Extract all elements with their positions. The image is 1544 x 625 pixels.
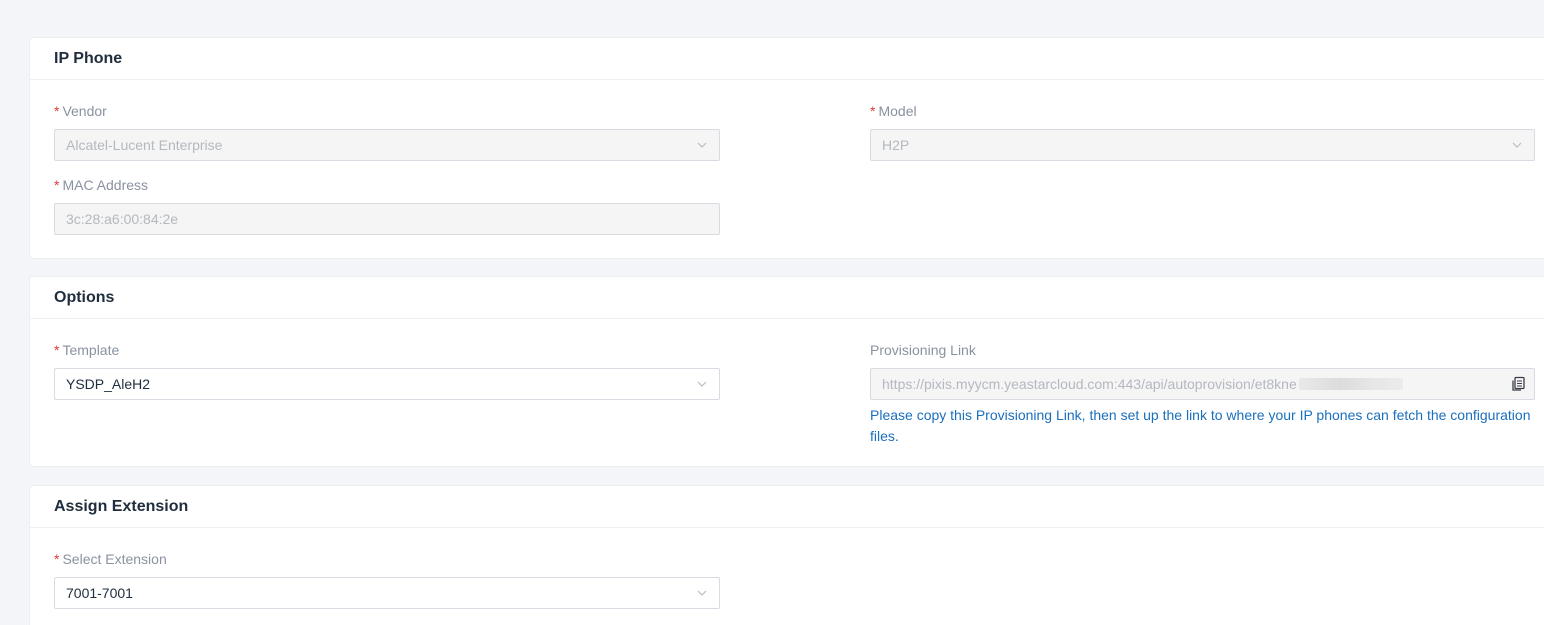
mac-address-input[interactable]: 3c:28:a6:00:84:2e — [54, 203, 720, 235]
select-extension-select[interactable]: 7001-7001 — [54, 577, 720, 609]
options-card: Options * Template YSDP_AleH2 Provisionin… — [29, 276, 1544, 467]
provisioning-link-value: https://pixis.myycm.yeastarcloud.com:443… — [882, 376, 1297, 392]
assign-extension-card: Assign Extension * Select Extension 7001-… — [29, 485, 1544, 625]
provisioning-link-label: Provisioning Link — [870, 342, 976, 358]
section-title-assign-extension: Assign Extension — [54, 497, 189, 515]
options-header: Options — [30, 277, 1544, 319]
vendor-value: Alcatel-Lucent Enterprise — [66, 137, 223, 153]
chevron-down-icon — [697, 381, 707, 387]
required-marker: * — [54, 103, 60, 119]
model-value: H2P — [882, 137, 910, 153]
provisioning-link-input[interactable]: https://pixis.myycm.yeastarcloud.com:443… — [870, 368, 1535, 400]
vendor-label: * Vendor — [54, 103, 107, 119]
copy-icon[interactable] — [1510, 376, 1526, 392]
select-extension-value: 7001-7001 — [66, 585, 133, 601]
required-marker: * — [54, 342, 60, 358]
model-field: * Model — [870, 103, 917, 119]
required-marker: * — [870, 103, 876, 119]
chevron-down-icon — [697, 142, 707, 148]
required-marker: * — [54, 177, 60, 193]
model-label: * Model — [870, 103, 917, 119]
select-extension-label: * Select Extension — [54, 551, 167, 567]
section-title-options: Options — [54, 288, 115, 306]
vendor-select[interactable]: Alcatel-Lucent Enterprise — [54, 129, 720, 161]
chevron-down-icon — [1512, 142, 1522, 148]
template-label: * Template — [54, 342, 120, 358]
template-value: YSDP_AleH2 — [66, 376, 151, 392]
template-select[interactable]: YSDP_AleH2 — [54, 368, 720, 400]
provisioning-link-field: Provisioning Link — [870, 342, 976, 358]
select-extension-field: * Select Extension — [54, 551, 167, 567]
redacted-text — [1298, 378, 1403, 390]
vendor-field: * Vendor — [54, 103, 107, 119]
assign-extension-header: Assign Extension — [30, 486, 1544, 528]
ip-phone-card: IP Phone * Vendor Alcatel-Lucent Enterpri… — [29, 37, 1544, 259]
template-field: * Template — [54, 342, 119, 358]
ip-phone-header: IP Phone — [30, 38, 1544, 80]
provisioning-link-hint: Please copy this Provisioning Link, then… — [870, 407, 1531, 444]
mac-field: * MAC Address — [54, 177, 148, 193]
model-select[interactable]: H2P — [870, 129, 1535, 161]
page: IP Phone * Vendor Alcatel-Lucent Enterpri… — [0, 0, 1544, 625]
chevron-down-icon — [697, 590, 707, 596]
mac-address-value: 3c:28:a6:00:84:2e — [66, 211, 179, 227]
required-marker: * — [54, 551, 60, 567]
section-title-ip-phone: IP Phone — [54, 49, 123, 67]
mac-label: * MAC Address — [54, 177, 149, 193]
